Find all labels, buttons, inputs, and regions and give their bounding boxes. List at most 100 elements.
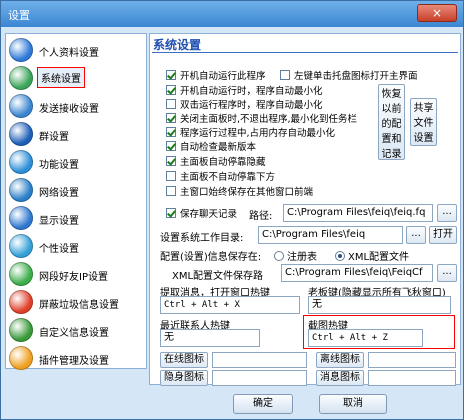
checkbox-tray-left-click[interactable]: 左键单击托盘图标打开主界面 — [280, 68, 418, 82]
settings-sidebar: 个人资料设置 系统设置 发送接收设置 群设置 功能设置 网络设置 显示设置 个性… — [5, 33, 147, 372]
sidebar-item-block-spam[interactable]: 屏蔽垃圾信息设置 — [6, 288, 146, 316]
path-label: 路径: — [249, 211, 273, 222]
checkbox-save-chat[interactable]: 保存聊天记录 — [166, 206, 238, 220]
ok-button[interactable]: 确定 — [233, 394, 293, 414]
workdir-input[interactable]: C:\Program Files\feiq — [258, 226, 403, 244]
checkbox-auto-dock-hide[interactable]: 主面板自动停靠隐藏 — [166, 154, 266, 168]
browse-chat-path-button[interactable]: ... — [437, 204, 457, 222]
checkbox-memory-minimize[interactable]: 程序运行过程中,占用内存自动最小化 — [166, 125, 335, 139]
checkbox-box[interactable] — [166, 99, 176, 109]
sidebar-item-custom-info[interactable]: 自定义信息设置 — [6, 316, 146, 344]
restore-config-button[interactable]: 恢复以前的配置和记录 — [378, 84, 405, 160]
sidebar-item-label: 群设置 — [39, 132, 69, 143]
checkbox-check-update[interactable]: 自动检查最新版本 — [166, 139, 256, 153]
checkbox-box[interactable] — [166, 156, 176, 166]
checkbox-label: 关闭主面板时,不退出程序,最小化到任务栏 — [180, 114, 358, 125]
checkbox-box[interactable] — [166, 85, 176, 95]
checkbox-box[interactable] — [166, 141, 176, 151]
radio-label: 注册表 — [287, 252, 317, 263]
checkbox-label: 主面板自动停靠隐藏 — [180, 157, 266, 168]
radio-registry[interactable]: 注册表 — [274, 248, 317, 263]
checkbox-autostart-minimize[interactable]: 开机自动运行时，程序自动最小化 — [166, 83, 323, 97]
sidebar-item-profile[interactable]: 个人资料设置 — [6, 36, 146, 64]
sidebar-item-personalize[interactable]: 个性设置 — [6, 232, 146, 260]
browse-workdir-button[interactable]: ... — [406, 226, 426, 244]
sidebar-item-display[interactable]: 显示设置 — [6, 204, 146, 232]
checkbox-box[interactable] — [166, 208, 176, 218]
checkbox-box[interactable] — [166, 113, 176, 123]
sidebar-item-network[interactable]: 网络设置 — [6, 176, 146, 204]
checkbox-label: 左键单击托盘图标打开主界面 — [294, 71, 418, 82]
boss-key-input[interactable]: 无 — [308, 296, 451, 314]
title-bar: 设置 × — [1, 1, 463, 27]
profile-icon — [9, 38, 33, 62]
checkbox-no-dock-bottom[interactable]: 主面板不自动停靠下方 — [166, 169, 276, 183]
xml-path-label: XML配置文件保存路 — [172, 271, 264, 282]
cancel-button[interactable]: 取消 — [319, 394, 387, 414]
checkbox-box[interactable] — [166, 70, 176, 80]
invisible-icon-input[interactable] — [212, 370, 307, 386]
checkbox-box[interactable] — [166, 127, 176, 137]
checkbox-label: 开机自动运行时，程序自动最小化 — [180, 86, 323, 97]
block-spam-icon — [9, 290, 33, 314]
network-icon — [9, 178, 33, 202]
message-icon-button[interactable]: 消息图标 — [316, 370, 364, 386]
sidebar-item-label: 网络设置 — [39, 188, 79, 199]
sidebar-item-label: 屏蔽垃圾信息设置 — [39, 300, 119, 311]
sidebar-item-label: 网段好友IP设置 — [39, 272, 108, 283]
window-title: 设置 — [8, 9, 30, 22]
sidebar-item-send-receive[interactable]: 发送接收设置 — [6, 92, 146, 120]
function-icon — [9, 150, 33, 174]
checkbox-label: 保存聊天记录 — [180, 209, 238, 220]
checkbox-label: 双击运行程序时，程序自动最小化 — [180, 100, 323, 111]
offline-icon-input[interactable] — [368, 352, 456, 368]
sidebar-item-label: 发送接收设置 — [39, 104, 99, 115]
system-icon — [9, 66, 33, 90]
sidebar-item-label: 功能设置 — [39, 160, 79, 171]
plugin-icon — [9, 346, 33, 370]
checkbox-always-on-top[interactable]: 主窗口始终保存在其他窗口前端 — [166, 184, 314, 198]
browse-xml-path-button[interactable]: ... — [437, 264, 457, 282]
checkbox-box[interactable] — [166, 171, 176, 181]
online-icon-input[interactable] — [212, 352, 307, 368]
page-title: 系统设置 — [152, 36, 458, 53]
screenshot-hotkey-highlight — [303, 315, 455, 349]
sidebar-item-function[interactable]: 功能设置 — [6, 148, 146, 176]
sidebar-item-group[interactable]: 群设置 — [6, 120, 146, 148]
radio-label: XML配置文件 — [348, 252, 410, 263]
online-icon-button[interactable]: 在线图标 — [160, 352, 208, 368]
share-files-button[interactable]: 共享文件设置 — [410, 98, 437, 146]
sidebar-item-system[interactable]: 系统设置 — [6, 64, 146, 92]
invisible-icon-button[interactable]: 隐身图标 — [160, 370, 208, 386]
sidebar-item-label: 系统设置 — [37, 67, 85, 88]
sidebar-item-plugin[interactable]: 插件管理及设置 — [6, 344, 146, 372]
sidebar-item-label: 个性设置 — [39, 244, 79, 255]
ip-icon — [9, 262, 33, 286]
checkbox-autostart[interactable]: 开机自动运行此程序 — [166, 68, 266, 82]
checkbox-box[interactable] — [280, 70, 290, 80]
send-receive-icon — [9, 94, 33, 118]
radio-button[interactable] — [335, 251, 345, 261]
chat-record-path-input[interactable]: C:\Program Files\feiq\feiq.fq — [283, 204, 433, 222]
checkbox-label: 主窗口始终保存在其他窗口前端 — [180, 187, 314, 198]
sidebar-item-label: 显示设置 — [39, 216, 79, 227]
config-storage-label: 配置(设置)信息保存在: — [160, 252, 262, 263]
sidebar-item-label: 个人资料设置 — [39, 48, 99, 59]
checkbox-box[interactable] — [166, 186, 176, 196]
close-button[interactable]: × — [417, 4, 457, 22]
checkbox-label: 主面板不自动停靠下方 — [180, 172, 276, 183]
checkbox-doubleclick-minimize[interactable]: 双击运行程序时，程序自动最小化 — [166, 97, 323, 111]
display-icon — [9, 206, 33, 230]
checkbox-close-to-taskbar[interactable]: 关闭主面板时,不退出程序,最小化到任务栏 — [166, 111, 358, 125]
radio-button[interactable] — [274, 251, 284, 261]
xml-path-input[interactable]: C:\Program Files\feiq\FeiqCf — [281, 264, 433, 282]
open-workdir-button[interactable]: 打开 — [429, 226, 457, 244]
sidebar-item-ip[interactable]: 网段好友IP设置 — [6, 260, 146, 288]
sidebar-item-label: 插件管理及设置 — [39, 356, 109, 367]
radio-xml[interactable]: XML配置文件 — [335, 248, 409, 263]
checkbox-label: 开机自动运行此程序 — [180, 71, 266, 82]
recent-contact-hotkey-input[interactable]: 无 — [160, 329, 260, 347]
message-icon-input[interactable] — [368, 370, 456, 386]
offline-icon-button[interactable]: 离线图标 — [316, 352, 364, 368]
hotkey-extract-input[interactable]: Ctrl + Alt + X — [160, 296, 300, 314]
